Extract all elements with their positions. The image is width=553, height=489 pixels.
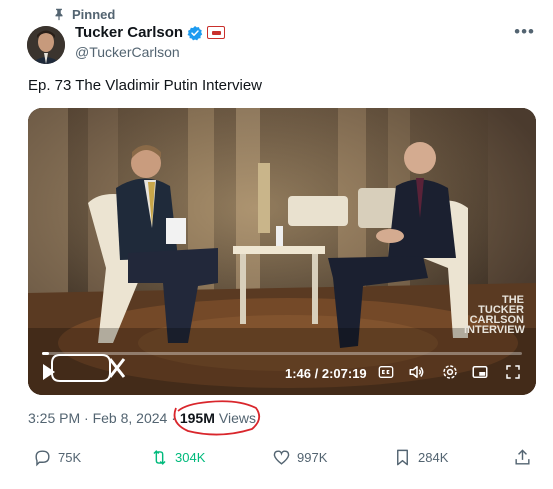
author-name-row: Tucker Carlson bbox=[75, 24, 226, 41]
retweet-count: 304K bbox=[175, 450, 206, 465]
display-name[interactable]: Tucker Carlson bbox=[75, 24, 183, 41]
bookmark-count: 284K bbox=[418, 450, 449, 465]
video-time: 1:46 / 2:07:19 bbox=[285, 366, 367, 381]
affiliate-badge-icon[interactable] bbox=[207, 26, 226, 39]
retweet-icon bbox=[153, 450, 166, 465]
like-icon bbox=[273, 450, 290, 465]
bookmark-icon bbox=[397, 449, 408, 466]
share-button[interactable] bbox=[513, 448, 532, 467]
volume-icon[interactable] bbox=[408, 363, 426, 381]
fullscreen-icon[interactable] bbox=[504, 363, 522, 381]
more-icon[interactable]: ••• bbox=[514, 22, 535, 42]
like-button[interactable]: 997K bbox=[272, 448, 327, 467]
reply-button[interactable]: 75K bbox=[33, 448, 81, 467]
pin-icon bbox=[55, 8, 63, 21]
closed-captions-icon[interactable] bbox=[378, 364, 394, 380]
handle[interactable]: @TuckerCarlson bbox=[75, 44, 180, 60]
settings-icon[interactable] bbox=[441, 363, 459, 381]
share-icon bbox=[515, 449, 530, 465]
pinned-label: Pinned bbox=[72, 6, 116, 22]
pinned-indicator: Pinned bbox=[52, 6, 115, 22]
progress-fill bbox=[42, 352, 49, 355]
bookmark-button[interactable]: 284K bbox=[393, 448, 448, 467]
reply-icon bbox=[35, 450, 50, 467]
action-bar: 75K 304K 997K 284K bbox=[0, 448, 553, 478]
timestamp[interactable]: 3:25 PM · Feb 8, 2024 · bbox=[28, 410, 176, 426]
avatar[interactable] bbox=[27, 26, 65, 64]
tcn-logo-icon bbox=[51, 354, 126, 382]
video-player[interactable]: 1:46 / 2:07:19 THE TUCKER CARLSON INTERV… bbox=[28, 108, 536, 395]
miniplayer-icon[interactable] bbox=[471, 363, 489, 381]
watermark-line: INTERVIEW bbox=[464, 324, 525, 336]
video-controls: 1:46 / 2:07:19 bbox=[28, 354, 536, 387]
tweet-text: Ep. 73 The Vladimir Putin Interview bbox=[28, 77, 263, 94]
like-count: 997K bbox=[297, 450, 328, 465]
reply-count: 75K bbox=[58, 450, 82, 465]
verified-icon[interactable] bbox=[187, 25, 203, 41]
show-watermark: THE TUCKER CARLSON INTERVIEW bbox=[464, 295, 525, 336]
red-circle-annotation bbox=[173, 400, 261, 436]
retweet-button[interactable]: 304K bbox=[150, 448, 205, 467]
